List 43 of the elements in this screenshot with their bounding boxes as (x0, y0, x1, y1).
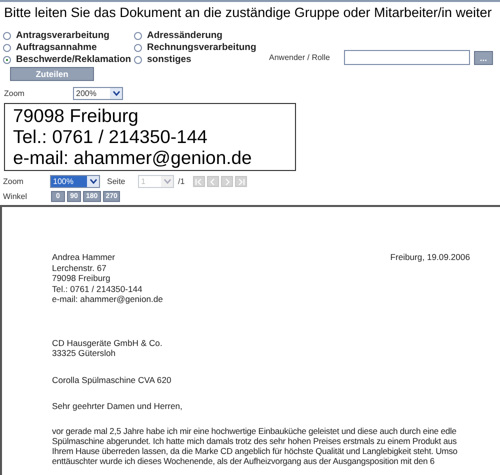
preview-text: 79098 Freiburg (13, 105, 140, 126)
radio-option[interactable]: Adressänderung (134, 30, 265, 41)
radio-option[interactable]: Antragsverarbeitung (3, 30, 134, 41)
sender-line: Lerchenstr. 67 (52, 262, 108, 273)
zoom-label: Zoom (4, 89, 26, 98)
sender-line: 79098 Freiburg (52, 273, 112, 284)
radio-option[interactable]: Auftragsannahme (3, 42, 134, 53)
radio-button[interactable] (134, 44, 142, 52)
left-arrow-icon (194, 178, 203, 184)
body-text-line: enttäuschter wurde ich dieses Wochenende, als der Aufheizvorgang aus der Ausgangsposition mit den 6 (52, 456, 436, 466)
letter-subject: Corolla Spülmaschine CVA 620 (52, 374, 172, 385)
page-total: /1 (178, 177, 185, 186)
letter-date: Freiburg, 19.09.2006 (390, 252, 470, 264)
radio-option[interactable]: Beschwerde/Reklamation (3, 54, 134, 65)
letter-salutation: Sehr geehrter Damen und Herren, (52, 401, 184, 412)
radio-button[interactable] (3, 44, 11, 52)
sender-line: e-mail: ahammer@genion.de (52, 294, 163, 304)
assign-button[interactable]: Zuteilen (10, 67, 94, 81)
radio-button[interactable] (3, 56, 11, 64)
radio-button[interactable] (134, 56, 142, 64)
right-arrow-icon (236, 178, 245, 184)
preview-text: e-mail: ahammer@genion.de (13, 147, 253, 168)
sender-line: Andrea Hammer (52, 252, 116, 262)
recipient-line: 33325 Gütersloh (52, 348, 117, 358)
zoom-dropdown[interactable]: 200% (73, 87, 123, 100)
field-label: Anwender / Rolle (269, 53, 330, 62)
radio-button[interactable] (3, 32, 11, 40)
body-text-line: vor gerade mal 2,5 Jahre habe ich mir eine hochwertige Einbauküche geleistet und diese auch durch eine edle (52, 426, 458, 436)
page-heading: Bitte leiten Sie das Dokument an die zuständige Gruppe oder Mitarbeiter/in weiter (4, 5, 493, 20)
zoom-label: Zoom (3, 177, 24, 186)
body-text-line: Ihrem Hause überreden lassen, da die Marke CD angeblich für höchste Qualität und Langlebigkeit steht. Umso (52, 446, 458, 456)
radio-option[interactable]: Rechnungsverarbeitung (134, 42, 265, 53)
body-text-line: Spülmaschine abgerundet. Ich hatte mich damals trotz des sehr hohen Preises erstmals zu einem Produkt aus (52, 436, 458, 446)
sender-line: Tel.: 0761 / 214350-144 (52, 284, 144, 294)
browse-button[interactable]: ... (474, 50, 493, 64)
preview-text: Tel.: 0761 / 214350-144 (13, 126, 208, 147)
page-label: Seite (107, 177, 126, 186)
recipient-line: CD Hausgeräte GmbH & Co. (52, 338, 164, 348)
input-field[interactable] (344, 50, 470, 65)
radio-option[interactable]: sonstiges (134, 54, 265, 65)
angle-label: Winkel (3, 192, 28, 200)
radio-button[interactable] (134, 32, 142, 40)
zoom-dropdown[interactable]: 100% (50, 175, 100, 188)
